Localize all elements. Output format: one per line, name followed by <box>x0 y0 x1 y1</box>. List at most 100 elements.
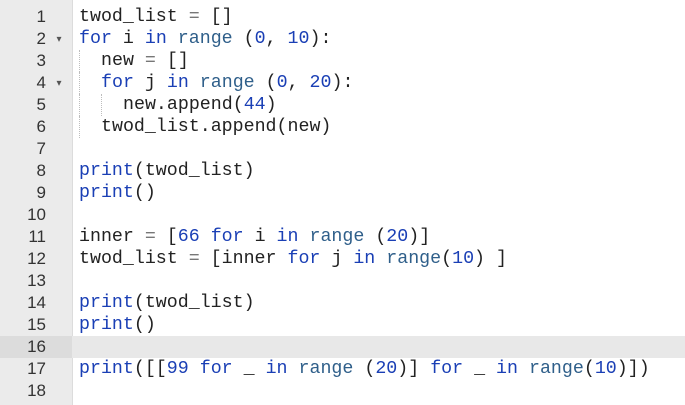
code-line[interactable]: 7 <box>0 138 685 160</box>
line-number: 8 <box>36 161 46 180</box>
code-line[interactable]: 1 twod_list = [] <box>0 6 685 28</box>
code-token: print <box>79 359 134 379</box>
code-token: 10 <box>287 29 310 49</box>
code-text[interactable]: for j in range (0, 20): <box>101 72 353 94</box>
code-token: for <box>210 227 244 247</box>
line-number: 17 <box>27 359 46 378</box>
code-token: ( <box>583 359 595 379</box>
code-line[interactable]: 11 inner = [66 for i in range (20)] <box>0 226 685 248</box>
code-line[interactable]: 6 twod_list.append(new) <box>0 116 685 138</box>
code-token: in <box>265 359 288 379</box>
code-token: in <box>496 359 518 379</box>
gutter-cell: 17 <box>0 358 72 380</box>
code-token: = <box>188 249 200 269</box>
gutter-cell: 2 ▾ <box>0 28 72 50</box>
code-text[interactable]: twod_list = [] <box>79 6 233 28</box>
code-line[interactable]: 2 ▾ for i in range (0, 10): <box>0 28 685 50</box>
code-token: for <box>287 249 321 269</box>
indent-guide <box>101 94 102 116</box>
code-token: print <box>79 293 134 313</box>
code-line[interactable]: 13 <box>0 270 685 292</box>
code-line[interactable]: 9 print() <box>0 182 685 204</box>
code-token: in <box>144 29 167 49</box>
code-text[interactable]: print() <box>79 314 156 336</box>
code-token: ( <box>353 359 376 379</box>
code-line[interactable]: 12 twod_list = [inner for j in range(10) … <box>0 248 685 270</box>
code-token: range <box>177 29 233 49</box>
code-line[interactable]: 18 <box>0 380 685 402</box>
code-token: (twod_list) <box>133 293 255 313</box>
code-text[interactable]: twod_list.append(new) <box>101 116 331 138</box>
code-line[interactable]: 3 new = [] <box>0 50 685 72</box>
code-token: ( <box>254 73 277 93</box>
code-text[interactable]: print(twod_list) <box>79 160 255 182</box>
line-number: 5 <box>36 95 46 114</box>
code-token: 20 <box>386 227 409 247</box>
code-token: )] <box>397 359 431 379</box>
code-token: ( <box>232 29 255 49</box>
code-line[interactable]: 14 print(twod_list) <box>0 292 685 314</box>
gutter-cell: 16 <box>0 336 72 358</box>
line-number: 13 <box>27 271 46 290</box>
indent-guide <box>79 94 80 116</box>
code-text[interactable]: inner = [66 for i in range (20)] <box>79 226 430 248</box>
fold-toggle-icon[interactable]: ▾ <box>53 28 65 50</box>
code-text[interactable]: new = [] <box>101 50 189 72</box>
code-line[interactable]: 15 print() <box>0 314 685 336</box>
code-token: i <box>111 29 145 49</box>
code-token: 66 <box>177 227 200 247</box>
gutter-cell: 14 <box>0 292 72 314</box>
code-line[interactable]: 16 <box>0 336 685 358</box>
code-token: new.append( <box>123 95 244 115</box>
line-number: 3 <box>36 51 46 70</box>
code-text[interactable]: print([[99 for _ in range (20)] for _ in… <box>79 358 650 380</box>
code-text[interactable]: new.append(44) <box>123 94 277 116</box>
code-lines[interactable]: 1 twod_list = [] 2 ▾ for i in range (0, 10):… <box>0 6 685 402</box>
code-token: i <box>243 227 277 247</box>
code-token: print <box>79 183 134 203</box>
code-editor[interactable]: 1 twod_list = [] 2 ▾ for i in range (0, 10):… <box>0 0 685 405</box>
gutter-cell: 3 <box>0 50 72 72</box>
code-line[interactable]: 8 print(twod_list) <box>0 160 685 182</box>
code-text[interactable]: for i in range (0, 10): <box>79 28 331 50</box>
code-token: range <box>528 359 584 379</box>
code-line[interactable]: 4 ▾ for j in range (0, 20): <box>0 72 685 94</box>
code-token: 99 <box>166 359 189 379</box>
indent-guide <box>79 50 80 72</box>
code-token: 44 <box>243 95 266 115</box>
code-token: twod_list <box>79 249 189 269</box>
code-token: print <box>79 161 134 181</box>
code-line[interactable]: 17 print([[99 for _ in range (20)] for _ … <box>0 358 685 380</box>
code-token: ): <box>331 73 354 93</box>
code-token: [inner <box>199 249 288 269</box>
code-line[interactable]: 5 new.append(44) <box>0 94 685 116</box>
line-number: 14 <box>27 293 46 312</box>
line-number: 15 <box>27 315 46 334</box>
gutter-cell: 7 <box>0 138 72 160</box>
line-number: 12 <box>27 249 46 268</box>
code-token: (twod_list) <box>133 161 255 181</box>
indent-guide <box>79 116 80 138</box>
code-token: j <box>320 249 354 269</box>
code-token: inner <box>79 227 145 247</box>
code-text[interactable]: print(twod_list) <box>79 292 255 314</box>
code-token: range <box>386 249 442 269</box>
line-number: 9 <box>36 183 46 202</box>
gutter-cell: 9 <box>0 182 72 204</box>
code-token: range <box>309 227 365 247</box>
gutter-cell: 4 ▾ <box>0 72 72 94</box>
code-text[interactable]: print() <box>79 182 156 204</box>
code-token: in <box>276 227 299 247</box>
code-token: in <box>166 73 189 93</box>
code-token: twod_list <box>79 7 189 27</box>
code-token: for <box>79 29 112 49</box>
code-text[interactable]: twod_list = [inner for j in range(10) ] <box>79 248 507 270</box>
fold-toggle-icon[interactable]: ▾ <box>53 72 65 94</box>
line-number: 16 <box>27 337 46 356</box>
code-line[interactable]: 10 <box>0 204 685 226</box>
